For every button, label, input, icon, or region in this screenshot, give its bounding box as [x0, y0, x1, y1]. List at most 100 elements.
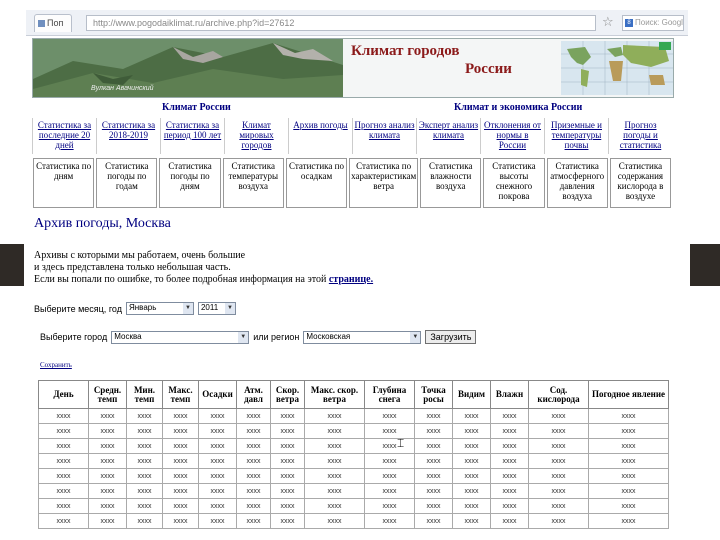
table-row: xxxx xxxx xxxx xxxx xxxx xxxx xxxx xxxx xxxx xxxx… — [38, 438, 669, 454]
table-cell: xxxx — [198, 468, 237, 484]
table-cell: xxxx — [126, 438, 163, 454]
table-cell: xxxx — [528, 498, 589, 514]
weather-archive-table: День Средн. темп Мин. темп Макс. темп Осадки… — [38, 380, 669, 529]
nav-link[interactable]: Эксперт анализ климата — [416, 118, 480, 154]
browser-toolbar: Поп http://www.pogodaiklimat.ru/archive.… — [26, 10, 688, 36]
table-cell: xxxx — [588, 423, 669, 439]
nav-link[interactable]: Статистика за период 100 лет — [160, 118, 224, 154]
table-cell: xxxx — [88, 513, 127, 529]
intro-line: Если вы попали по ошибке, то более подро… — [34, 274, 327, 285]
table-cell: xxxx — [162, 438, 199, 454]
column-header: Глубина снега — [364, 380, 415, 409]
table-cell: xxxx — [38, 483, 89, 499]
nav-link[interactable]: Климат мировых городов — [224, 118, 288, 154]
month-value: Январь — [128, 303, 157, 312]
stats-link[interactable]: Статистика погоды по дням — [159, 158, 221, 208]
table-cell: xxxx — [38, 453, 89, 469]
table-cell: xxxx — [38, 438, 89, 454]
column-header: Видим — [452, 380, 491, 409]
left-slide-band — [0, 244, 24, 286]
stats-link[interactable]: Статистика по характеристикам ветра — [349, 158, 419, 208]
table-cell: xxxx — [528, 423, 589, 439]
table-cell: xxxx — [88, 438, 127, 454]
nav-link[interactable]: Архив погоды — [288, 118, 352, 154]
tab-title: Поп — [47, 18, 64, 28]
table-cell: xxxx — [126, 423, 163, 439]
month-select[interactable]: Январь ▼ — [125, 302, 194, 315]
table-cell: xxxx — [270, 468, 305, 484]
nav-link[interactable]: Отклонения от нормы в России — [480, 118, 544, 154]
table-cell: xxxx — [304, 408, 365, 424]
chevron-down-icon: ▼ — [224, 303, 235, 314]
city-form: Выберите город Москва ▼ или регион Москов… — [40, 330, 477, 344]
intro-line: и здесь представлена только небольшая ча… — [34, 262, 231, 273]
city-label: Выберите город — [40, 332, 108, 342]
stats-link[interactable]: Статистика содержания кислорода в воздух… — [609, 158, 672, 208]
column-header: Атм. давл — [236, 380, 271, 409]
browser-tab[interactable]: Поп — [34, 14, 72, 32]
table-row: xxxx xxxx xxxx xxxx xxxx xxxx xxxx xxxx xxxx xxxx… — [38, 468, 669, 484]
stats-link[interactable]: Статистика по дням — [33, 158, 95, 208]
stats-link[interactable]: Статистика высоты снежного покрова — [483, 158, 545, 208]
column-header: Сод. кислорода — [528, 380, 589, 409]
chevron-down-icon: ▼ — [238, 331, 249, 343]
year-value: 2011 — [200, 303, 219, 312]
table-cell: xxxx — [270, 483, 305, 499]
nav-link[interactable]: Статистика за последние 20 дней — [32, 118, 96, 154]
table-cell: xxxx — [364, 498, 415, 514]
table-cell: xxxx — [414, 498, 453, 514]
table-cell: xxxx — [490, 423, 529, 439]
save-link[interactable]: Сохранить — [40, 361, 72, 369]
stats-link[interactable]: Статистика температуры воздуха — [222, 158, 284, 208]
region-select[interactable]: Московская ▼ — [303, 330, 422, 344]
table-row: xxxx xxxx xxxx xxxx xxxx xxxx xxxx xxxx xxxx xxxx… — [38, 513, 669, 529]
table-cell: xxxx — [236, 483, 271, 499]
stats-link[interactable]: Статистика погоды по годам — [96, 158, 158, 208]
mountain-landscape-image — [33, 39, 343, 97]
stats-link[interactable]: Статистика по осадкам — [285, 158, 348, 208]
table-cell: xxxx — [490, 468, 529, 484]
table-cell: xxxx — [236, 408, 271, 424]
month-year-form: Выберите месяц, год Январь ▼ 2011 ▼ — [34, 302, 236, 315]
stats-link[interactable]: Статистика атмосферного давления воздуха — [546, 158, 608, 208]
details-link[interactable]: странице. — [329, 274, 373, 285]
nav-link[interactable]: Прогноз анализ климата — [352, 118, 416, 154]
nav-link[interactable]: Приземные и температуры почвы — [544, 118, 608, 154]
submit-button[interactable]: Загрузить — [425, 330, 477, 344]
table-cell: xxxx — [414, 453, 453, 469]
city-select[interactable]: Москва ▼ — [111, 330, 250, 344]
table-cell: xxxx — [126, 483, 163, 499]
table-cell: xxxx — [588, 453, 669, 469]
table-cell: xxxx — [452, 483, 491, 499]
table-cell: xxxx — [162, 468, 199, 484]
browser-search-input[interactable]: 8 Поиск: Google — [622, 15, 684, 31]
table-cell: xxxx — [364, 513, 415, 529]
region-value: Московская — [306, 331, 351, 341]
table-cell: xxxx — [528, 468, 589, 484]
table-cell: xxxx — [364, 423, 415, 439]
column-header: Макс. скор. ветра — [304, 380, 365, 409]
table-cell: xxxx — [490, 453, 529, 469]
table-cell: xxxx — [236, 468, 271, 484]
table-cell: xxxx — [126, 468, 163, 484]
table-cell: xxxx — [270, 453, 305, 469]
nav-link[interactable]: Статистика за 2018-2019 — [96, 118, 160, 154]
year-select[interactable]: 2011 ▼ — [197, 302, 236, 315]
nav-heading-russia: Климат России — [162, 102, 231, 113]
nav-link[interactable]: Прогноз погоды и статистика — [608, 118, 672, 154]
table-cell: xxxx — [414, 483, 453, 499]
table-cell: xxxx — [528, 438, 589, 454]
table-cell: xxxx — [198, 483, 237, 499]
table-cell: xxxx — [304, 483, 365, 499]
bookmark-star-icon[interactable]: ☆ — [602, 15, 616, 30]
table-cell: xxxx — [162, 423, 199, 439]
stats-link[interactable]: Статистика влажности воздуха — [420, 158, 482, 208]
table-cell: xxxx — [452, 498, 491, 514]
column-header: Мин. темп — [126, 380, 163, 409]
table-cell: xxxx — [304, 438, 365, 454]
stats-links-row: Статистика по дням Статистика погоды по … — [32, 158, 672, 208]
table-cell: xxxx — [38, 408, 89, 424]
address-bar[interactable]: http://www.pogodaiklimat.ru/archive.php?… — [86, 15, 596, 31]
table-cell: xxxx — [588, 483, 669, 499]
table-cell: xxxx — [452, 453, 491, 469]
